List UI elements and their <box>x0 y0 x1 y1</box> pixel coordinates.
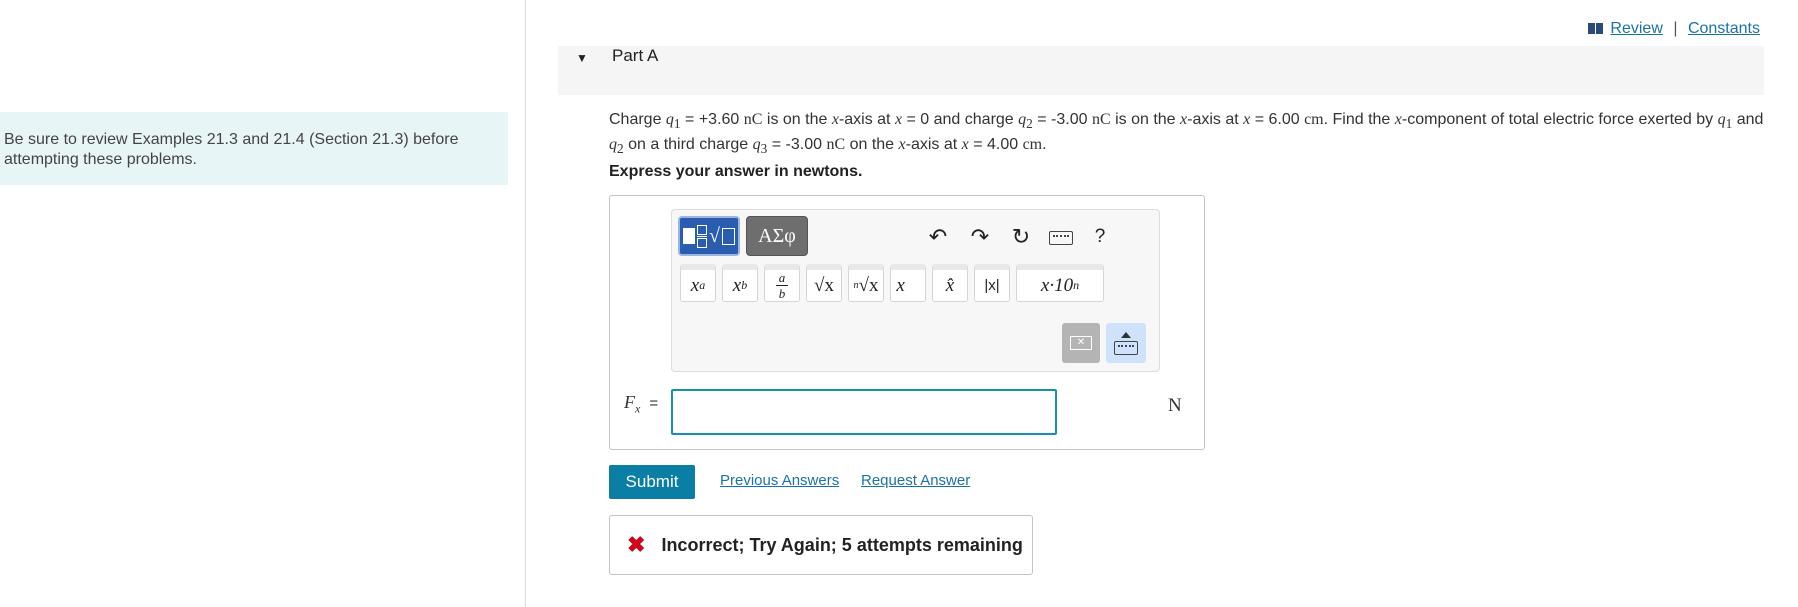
collapse-caret-icon[interactable]: ▼ <box>576 51 588 65</box>
note-line-1: Be sure to review Examples 21.3 and 21.4… <box>4 131 459 148</box>
subscript-template-button[interactable]: xb <box>722 264 758 302</box>
top-links: Review | Constants <box>1587 20 1760 38</box>
unit-label: N <box>1168 395 1182 416</box>
submit-button[interactable]: Submit <box>609 465 695 499</box>
incorrect-icon: ✖ <box>627 532 646 557</box>
part-header[interactable]: ▼ Part A <box>558 46 1764 95</box>
scientific-notation-template-button[interactable]: x·10 n <box>1016 264 1104 302</box>
column-divider <box>525 0 526 607</box>
feedback-box: ✖ Incorrect; Try Again; 5 attempts remai… <box>609 515 1033 575</box>
constants-link[interactable]: Constants <box>1688 20 1760 37</box>
link-separator: | <box>1673 20 1678 37</box>
review-link[interactable]: Review <box>1610 20 1662 37</box>
backspace-icon: ✕ <box>1070 336 1092 350</box>
request-answer-link[interactable]: Request Answer <box>861 472 970 489</box>
symbols-tab[interactable]: ΑΣφ <box>746 216 808 256</box>
templates-icon: √ <box>683 224 735 248</box>
square-root-template-button[interactable]: √x <box>806 264 842 302</box>
arrow-up-icon <box>1121 331 1131 338</box>
backspace-button[interactable]: ✕ <box>1062 323 1100 363</box>
undo-icon[interactable]: ↶ <box>924 224 952 250</box>
feedback-text: Incorrect; Try Again; 5 attempts remaini… <box>661 534 1023 555</box>
unit-vector-template-button[interactable]: x̂ <box>932 264 968 302</box>
answer-box: √ ΑΣφ ↶ ↷ ↻ ? xa xb a b √x n √x x⃗ x̂ |x… <box>609 195 1205 450</box>
help-button[interactable]: ? <box>1086 224 1114 250</box>
question-text: Charge q1 = +3.60 nC is on the x-axis at… <box>609 111 1764 157</box>
note-line-2: attempting these problems. <box>4 151 197 168</box>
templates-tab[interactable]: √ <box>678 216 740 256</box>
answer-input[interactable] <box>671 389 1057 435</box>
keyboard-icon[interactable] <box>1047 224 1075 250</box>
keyboard-toggle-button[interactable] <box>1106 323 1146 363</box>
keyboard-icon <box>1114 340 1138 355</box>
absolute-value-template-button[interactable]: |x| <box>974 264 1010 302</box>
instructions-note: Be sure to review Examples 21.3 and 21.4… <box>0 112 508 185</box>
book-icon <box>1587 23 1603 34</box>
answer-instruction: Express your answer in newtons. <box>609 163 863 180</box>
nth-root-template-button[interactable]: n √x <box>848 264 884 302</box>
superscript-template-button[interactable]: xa <box>680 264 716 302</box>
variable-label: Fx = <box>624 392 659 416</box>
reset-icon[interactable]: ↻ <box>1007 224 1035 250</box>
redo-icon[interactable]: ↷ <box>966 224 994 250</box>
fraction-template-button[interactable]: a b <box>764 264 800 302</box>
previous-answers-link[interactable]: Previous Answers <box>720 472 839 489</box>
math-toolbar: √ ΑΣφ ↶ ↷ ↻ ? xa xb a b √x n √x x⃗ x̂ |x… <box>671 209 1160 372</box>
vector-template-button[interactable]: x⃗ <box>890 264 926 302</box>
part-title: Part A <box>612 46 659 65</box>
